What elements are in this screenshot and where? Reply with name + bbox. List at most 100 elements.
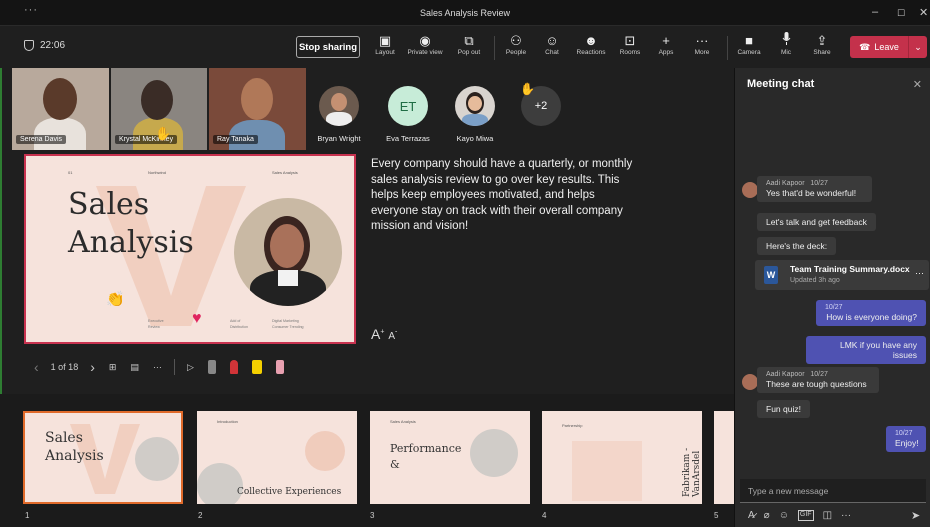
more-options-icon[interactable]: ··· xyxy=(153,362,162,372)
rooms-button[interactable]: ⊡ Rooms xyxy=(612,32,648,56)
slide-thumbnail[interactable] xyxy=(714,411,734,504)
camera-icon: ■ xyxy=(745,33,753,48)
share-button[interactable]: ⇪ Share xyxy=(804,32,840,56)
participant-avatar[interactable]: Bryan Wright xyxy=(309,86,369,143)
raise-hand-icon: ✋ xyxy=(520,82,535,96)
heart-reaction-icon: ♥ xyxy=(192,310,202,327)
leave-options-chevron-icon[interactable]: ⌄ xyxy=(909,42,927,53)
message-author: Aadi Kapoor xyxy=(766,180,805,187)
avatar: ET xyxy=(388,86,428,126)
participant-avatar[interactable]: ET Eva Terrazas xyxy=(378,86,438,143)
people-button[interactable]: ⚇ People xyxy=(498,32,534,56)
chat-message-input[interactable]: Type a new message xyxy=(740,479,926,503)
participant-face xyxy=(141,80,173,120)
more-options-icon[interactable]: ··· xyxy=(841,510,851,521)
avatar xyxy=(455,86,495,126)
layout-button[interactable]: ▣ Layout xyxy=(367,32,403,56)
slide-thumbnail[interactable]: Introduction Collective Experiences xyxy=(197,411,357,504)
video-tile[interactable]: Ray Tanaka xyxy=(209,68,306,150)
apps-button[interactable]: + Apps xyxy=(648,32,684,56)
file-more-button[interactable]: ··· xyxy=(915,268,924,278)
emoji-icon[interactable]: ☺ xyxy=(779,510,789,521)
maximize-button[interactable]: ☐ xyxy=(897,8,905,19)
participant-face xyxy=(241,78,273,120)
participant-avatar[interactable]: Kayo Miwa xyxy=(445,86,505,143)
previous-slide-button[interactable]: ‹ xyxy=(34,359,39,375)
font-increase-button[interactable]: A xyxy=(371,326,380,342)
mic-icon xyxy=(768,32,804,49)
font-size-controls: A+ A- xyxy=(371,326,398,342)
thumbnail-number: 3 xyxy=(370,511,375,520)
window-title: Sales Analysis Review xyxy=(419,8,511,18)
highlighter-icon[interactable] xyxy=(251,360,262,374)
leave-label: Leave xyxy=(874,42,899,52)
file-attachment[interactable]: W Team Training Summary.docx Updated 3h … xyxy=(755,260,929,290)
red-pen-icon[interactable] xyxy=(229,360,238,374)
font-decrease-button[interactable]: A xyxy=(388,331,395,342)
mic-button[interactable]: Mic xyxy=(768,32,804,56)
chat-message: Aadi Kapoor 10/27 These are tough questi… xyxy=(757,367,879,393)
message-text: How is everyone doing? xyxy=(826,312,917,322)
popout-icon: ⧉ xyxy=(464,33,474,48)
format-icon[interactable]: A̷ xyxy=(748,510,755,521)
avatar xyxy=(742,374,758,390)
slide-thumbnail[interactable]: Partnership Fabrikam - VanArsdel xyxy=(542,411,702,504)
video-tile[interactable]: Krystal McKinney ✋ xyxy=(111,68,207,150)
pop-out-button[interactable]: ⧉ Pop out xyxy=(451,32,487,56)
rooms-icon: ⊡ xyxy=(624,33,636,48)
stop-sharing-button[interactable]: Stop sharing xyxy=(296,36,360,58)
eye-icon: ◉ xyxy=(419,33,431,48)
phone-hangup-icon: ☎ xyxy=(859,41,871,52)
thumbnail-number: 1 xyxy=(25,511,30,520)
chat-icon: ☺ xyxy=(545,33,559,48)
slide-thumbnail[interactable]: Sales Analysis Performance & xyxy=(370,411,530,504)
attach-icon[interactable]: ⌀ xyxy=(764,510,770,521)
thumbnail-title: Performance & xyxy=(390,442,462,471)
chat-compose-toolbar: A̷ ⌀ ☺ GIF ◫ ··· xyxy=(748,510,851,521)
slide-grid-icon[interactable]: ⊞ xyxy=(109,362,117,373)
message-text: Yes that'd be wonderful! xyxy=(766,188,857,198)
chat-message: Aadi Kapoor 10/27 Yes that'd be wonderfu… xyxy=(757,176,872,202)
slide-header: 01 xyxy=(68,170,73,175)
file-name: Team Training Summary.docx xyxy=(790,264,910,274)
presenter-view-icon[interactable]: ▤ xyxy=(130,362,139,373)
reactions-button[interactable]: ☻ Reactions xyxy=(573,32,609,56)
slide-header: Northwind xyxy=(148,170,167,175)
message-time: 10/27 xyxy=(825,304,843,311)
leave-button[interactable]: ☎ Leave xyxy=(850,36,909,58)
avatar xyxy=(742,182,758,198)
slide-thumbnail[interactable]: Sales Analysis xyxy=(23,411,183,504)
pen-icon[interactable] xyxy=(207,360,216,374)
avatar xyxy=(319,86,359,126)
shield-icon xyxy=(24,40,34,51)
thumbnail-title: Collective Experiences xyxy=(237,487,342,497)
minimize-button[interactable]: – xyxy=(872,6,878,18)
chat-message: Here's the deck: xyxy=(757,237,837,255)
sticker-icon[interactable]: ◫ xyxy=(823,510,832,521)
chat-button[interactable]: ☺ Chat xyxy=(534,32,570,56)
gif-icon[interactable]: GIF xyxy=(797,510,814,521)
participant-name: Serena Davis xyxy=(16,135,67,144)
close-button[interactable]: ✕ xyxy=(919,6,928,19)
next-slide-button[interactable]: › xyxy=(90,359,95,375)
close-chat-icon[interactable]: ✕ xyxy=(913,78,922,91)
share-icon: ⇪ xyxy=(816,33,828,48)
message-meta: Aadi Kapoor 10/27 xyxy=(766,180,863,187)
private-view-button[interactable]: ◉ Private view xyxy=(407,32,443,56)
apps-icon: + xyxy=(662,33,670,48)
message-author: Aadi Kapoor xyxy=(766,371,805,378)
meeting-toolbar: 22:06 Stop sharing ▣ Layout ◉ Private view… xyxy=(0,26,930,68)
participant-video xyxy=(34,118,86,150)
participant-name: Eva Terrazas xyxy=(386,134,430,143)
message-text: Enjoy! xyxy=(895,438,919,448)
toolbar-divider xyxy=(494,36,495,60)
current-slide[interactable]: 01 Northwind Sales Analysis Sales Analys… xyxy=(24,154,356,344)
more-button[interactable]: ··· More xyxy=(684,32,720,56)
video-tile[interactable]: Serena Davis xyxy=(12,68,109,150)
laser-pointer-icon[interactable]: ▷ xyxy=(187,362,194,373)
slide-title-line: Sales xyxy=(68,187,150,222)
send-icon[interactable]: ➤ xyxy=(911,509,920,522)
reactions-icon: ☻ xyxy=(584,33,598,48)
camera-button[interactable]: ■ Camera xyxy=(731,32,767,56)
eraser-icon[interactable] xyxy=(275,360,284,374)
